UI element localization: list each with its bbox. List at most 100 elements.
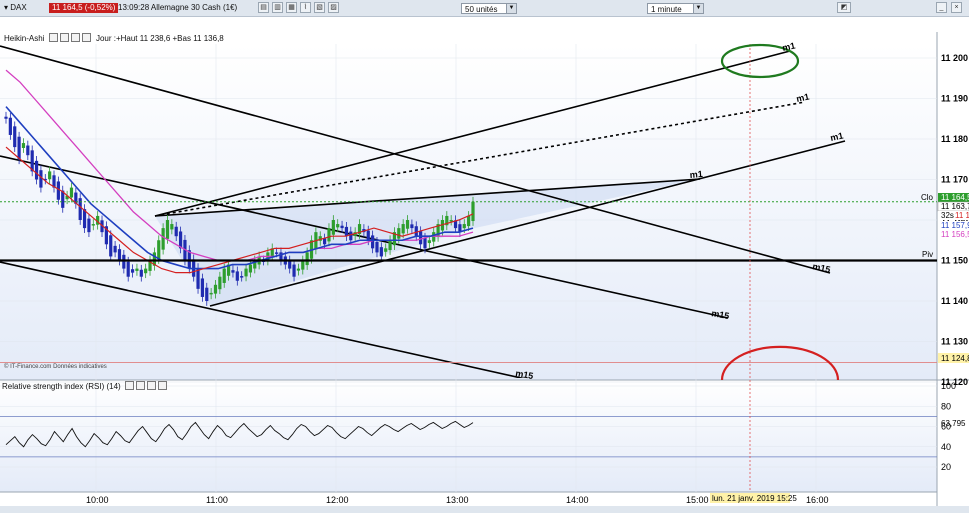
maximize-icon[interactable] <box>135 381 145 390</box>
candle-body <box>174 226 178 237</box>
candle-body <box>113 245 117 253</box>
ma4-value: 11 156,5 <box>941 230 969 239</box>
rsi-title[interactable]: Relative strength index (RSI) (14) <box>2 382 121 391</box>
candle-body <box>327 228 331 242</box>
color-palette-icon[interactable]: ▤ <box>258 2 269 13</box>
candle-body <box>344 226 349 237</box>
candle-body <box>21 143 26 148</box>
candle-body <box>423 237 427 249</box>
rsi-panel-header: Relative strength index (RSI) (14) <box>2 381 167 391</box>
ma2-value: 11 160,6 <box>955 211 969 220</box>
candle-body <box>410 224 414 229</box>
pivot-tag: Piv <box>922 250 933 259</box>
candle-body <box>462 224 466 229</box>
candle-body <box>13 126 17 148</box>
candle-body <box>379 247 383 257</box>
instrument-name[interactable]: ▾ DAX <box>4 3 27 12</box>
candle-body <box>401 224 405 234</box>
annotation-m1: m1 <box>689 169 703 180</box>
close-icon[interactable]: × <box>951 2 962 13</box>
price-tick-label: 11 150 <box>941 256 968 266</box>
ma1-value: 11 163,7 <box>941 202 969 211</box>
candle-body <box>301 260 305 270</box>
candle-body <box>375 241 379 253</box>
time-tick-label: 12:00 <box>326 495 349 505</box>
candle-body <box>205 287 209 301</box>
candle-body <box>388 240 392 251</box>
price-tick-label: 11 170 <box>941 175 968 185</box>
rsi-tick-label: 80 <box>941 401 951 411</box>
time-tick-label: 10:00 <box>86 495 109 505</box>
candle-body <box>48 171 52 180</box>
close-price-value: 11 164,5 <box>941 193 969 202</box>
rsi-tick-label: 40 <box>941 442 951 452</box>
candle-body <box>4 116 8 119</box>
candle-body <box>126 261 130 277</box>
candle-body <box>340 225 344 229</box>
candle-body <box>39 170 43 188</box>
candle-body <box>157 240 161 260</box>
interval-select-value: 1 minute <box>651 5 682 14</box>
timer-value: 32s <box>941 211 954 220</box>
candle-body <box>274 252 279 254</box>
units-select-value: 50 unités <box>465 5 498 14</box>
minimize-icon[interactable]: _ <box>936 2 947 13</box>
ma3-value: 11 157,9 <box>941 221 969 230</box>
interval-select[interactable]: 1 minute ▼ <box>647 3 704 14</box>
chevron-down-icon: ▼ <box>693 4 703 13</box>
candle-body <box>288 260 292 269</box>
candle-body <box>213 284 218 294</box>
candle-body <box>130 269 135 273</box>
candle-body <box>471 201 475 222</box>
candle-body <box>69 187 74 198</box>
candle-body <box>26 145 30 156</box>
candle-body <box>231 270 235 273</box>
chart-settings-icon[interactable]: ◩ <box>837 2 851 13</box>
window-bottom-edge <box>0 506 969 513</box>
top-toolbar: ▾ DAX 11 164,5 (-0,52%) 13:09:28 Allemag… <box>0 0 969 17</box>
candle-body <box>209 292 213 295</box>
candle-body <box>419 231 423 245</box>
candle-body <box>331 220 335 235</box>
area-chart-icon[interactable]: ▧ <box>314 2 325 13</box>
price-badge: 11 164,5 (-0,52%) <box>49 3 119 13</box>
price-tick-label: 11 200 <box>941 53 968 63</box>
settings-icon[interactable] <box>124 381 134 390</box>
visibility-icon[interactable] <box>146 381 156 390</box>
time-tick-label: 16:00 <box>806 495 829 505</box>
candle-body <box>8 117 12 135</box>
candle-body <box>414 226 418 237</box>
rsi-pane-background <box>0 380 937 492</box>
close-tag: Clo <box>921 193 934 202</box>
candle-body <box>366 230 370 241</box>
candle-body <box>165 220 170 239</box>
line-chart-icon[interactable]: ⌇ <box>300 2 311 13</box>
candle-body <box>109 235 113 257</box>
candle-body <box>292 264 296 277</box>
instrument-label: DAX <box>10 3 27 12</box>
candle-body <box>432 232 436 242</box>
candle-body <box>467 215 471 227</box>
source-note: © IT-Finance.com Données indicatives <box>4 363 107 370</box>
candle-body <box>144 268 148 274</box>
candle-body <box>56 181 60 200</box>
candle-body <box>397 228 401 239</box>
candle-body <box>170 224 174 230</box>
chevron-down-icon: ▼ <box>506 4 516 13</box>
heikin-icon[interactable]: ▨ <box>328 2 339 13</box>
candle-body <box>384 248 388 252</box>
candles-icon[interactable]: ▦ <box>286 2 297 13</box>
close-icon[interactable] <box>157 381 167 390</box>
candle-body <box>87 218 91 233</box>
bar-chart-icon[interactable]: ▥ <box>272 2 283 13</box>
candle-body <box>91 224 95 226</box>
candle-body <box>244 268 248 277</box>
rsi-value: 63,795 <box>941 419 966 428</box>
candle-body <box>117 249 122 261</box>
chart-canvas[interactable]: m1 m1 m1 m1 m15 m15 m15 © IT-Finance.com… <box>0 16 969 506</box>
candle-body <box>122 254 126 269</box>
candle-body <box>405 220 410 229</box>
units-select[interactable]: 50 unités ▼ <box>461 3 517 14</box>
time-tick-label: 14:00 <box>566 495 589 505</box>
price-tick-label: 11 130 <box>941 337 968 347</box>
